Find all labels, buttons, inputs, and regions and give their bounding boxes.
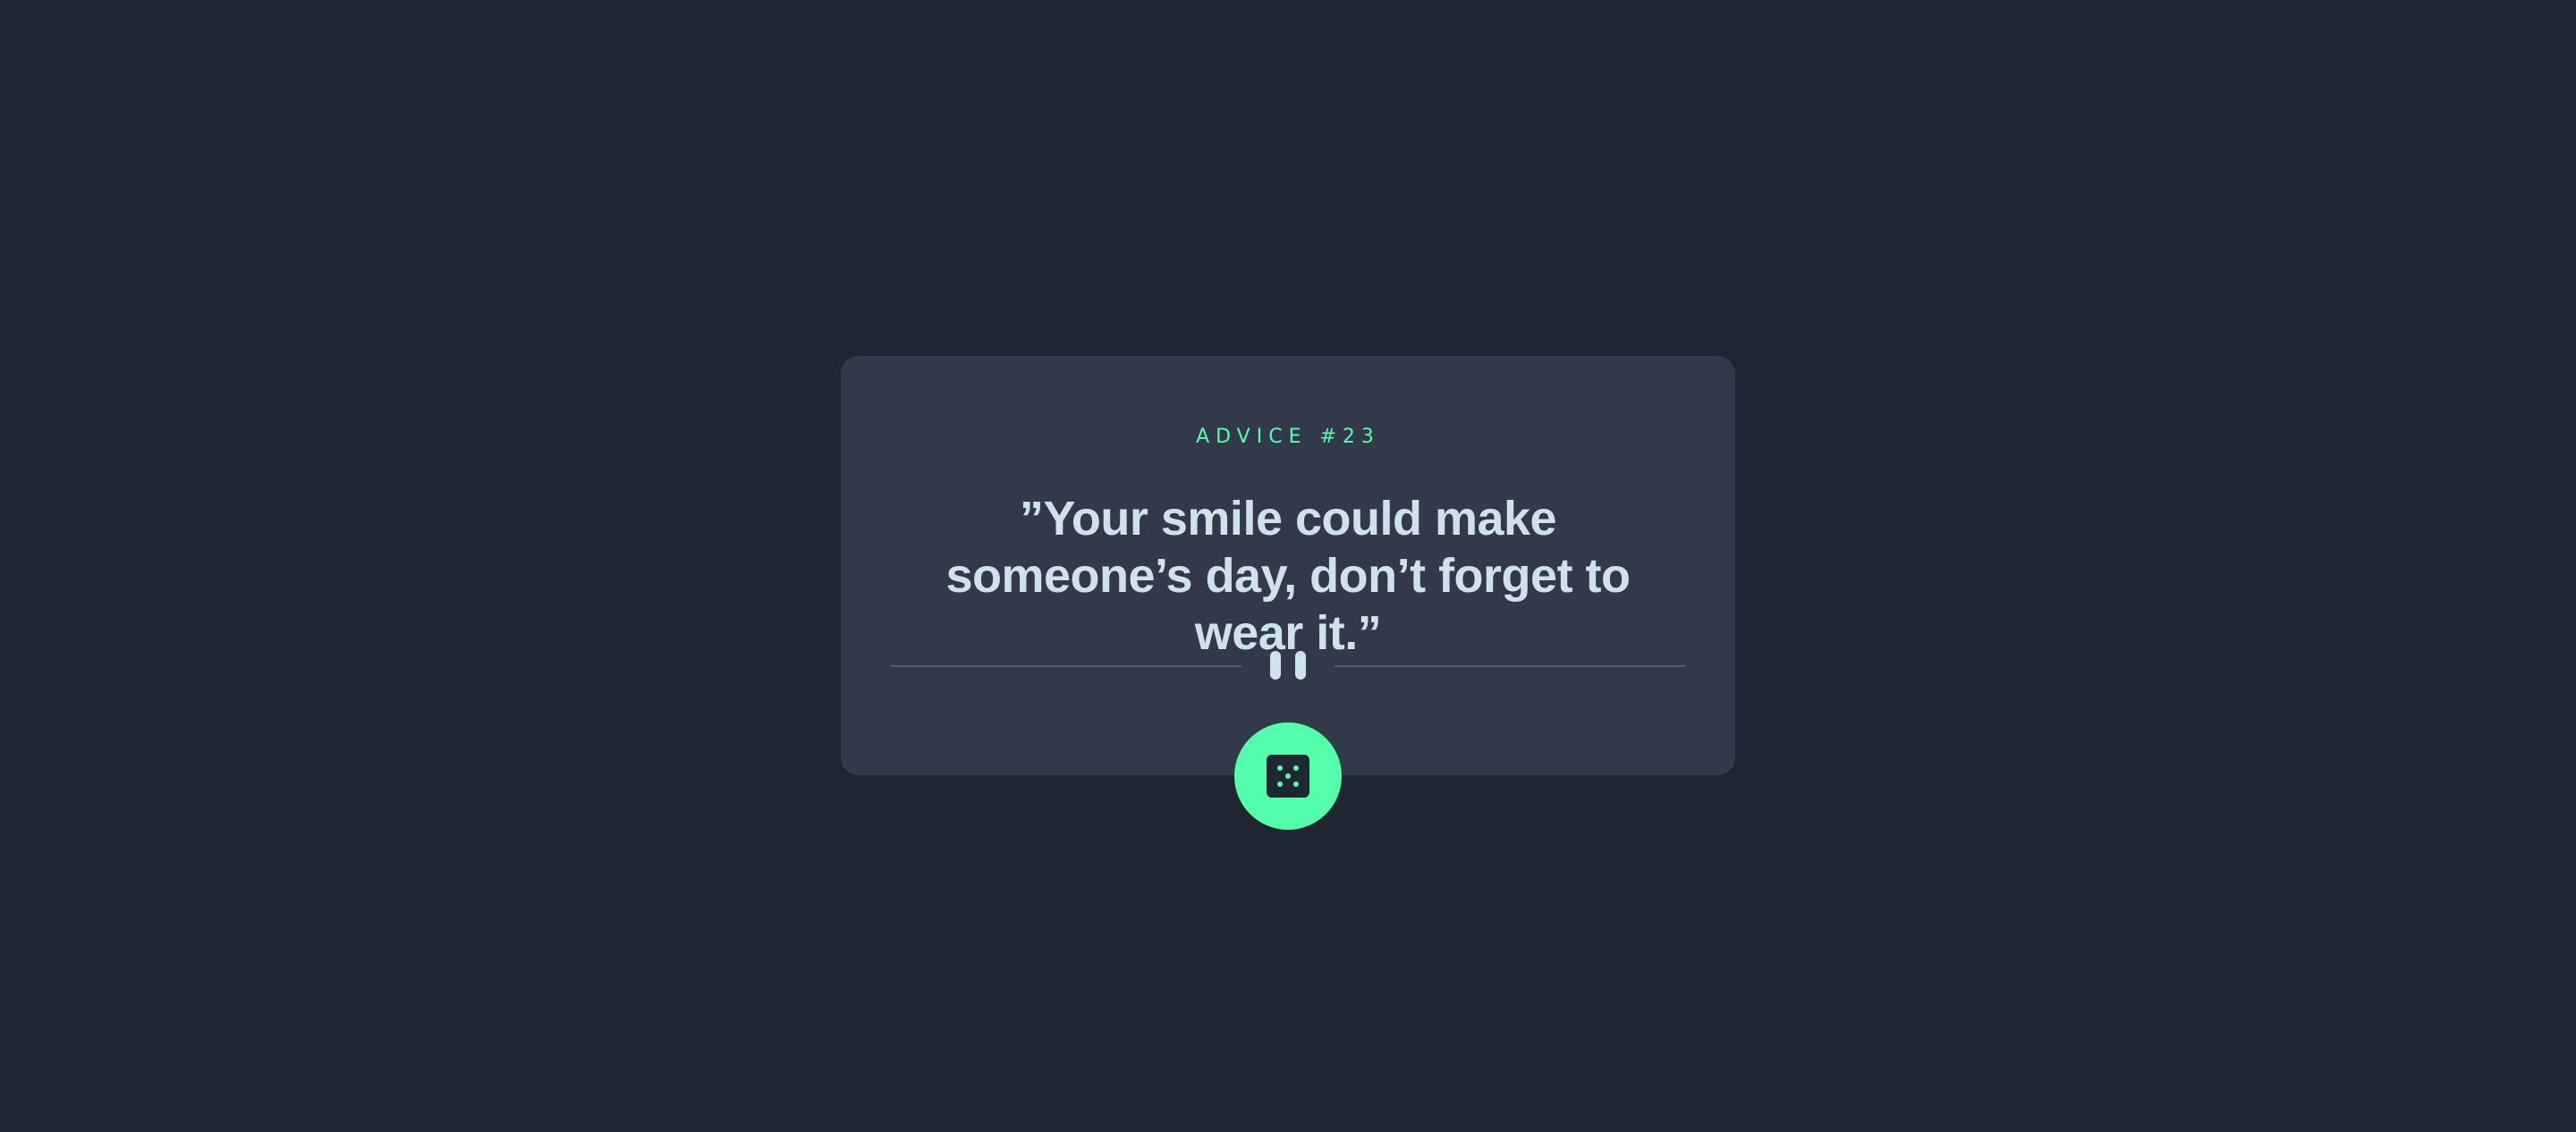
new-advice-button[interactable] (1234, 722, 1342, 830)
advice-card: ADVICE #23 ”Your smile could make someon… (841, 356, 1735, 775)
dice-icon (1267, 755, 1309, 798)
advice-id-label: ADVICE #23 (1196, 426, 1380, 448)
advice-quote: ”Your smile could make someone’s day, do… (945, 492, 1631, 660)
pause-icon (1270, 651, 1306, 680)
divider-line-left (891, 665, 1241, 667)
divider-line-right (1335, 665, 1685, 667)
